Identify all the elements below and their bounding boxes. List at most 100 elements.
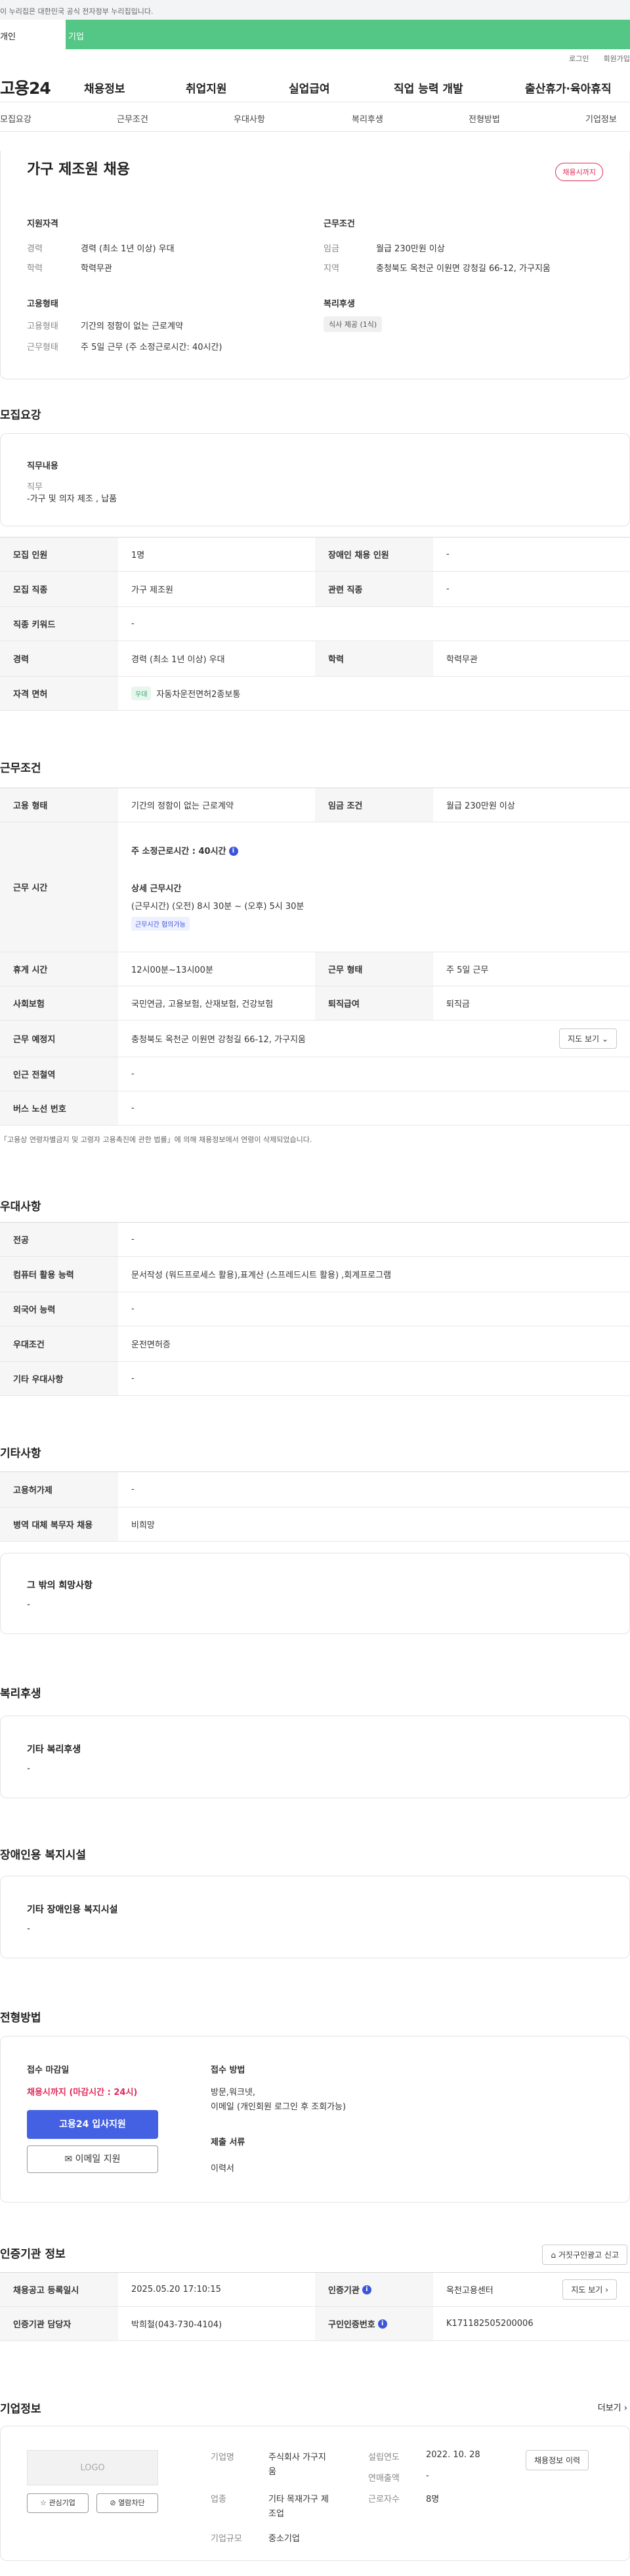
apply-button[interactable]: 고용24 입사지원 [27,2110,158,2139]
cell-header: 장애인 채용 인원 [315,538,433,571]
gnb-item-benefits[interactable]: 실업급여 [289,79,330,96]
conditions-section-title: 근무조건 [0,762,41,775]
site-logo[interactable]: 고용24 [0,75,51,99]
career-value: 경력 (최소 1년 이상) 우대 [81,244,175,254]
cell-header: 임금 조건 [315,788,433,822]
gnb-item-training[interactable]: 직업 능력 개발 [394,79,463,96]
agency-table: 채용공고 등록일시 2025.05.20 17:10:15 인증기관 i 옥천고용… [0,2272,630,2341]
cell-header: 우대조건 [0,1326,118,1361]
info-icon[interactable]: i [228,847,238,856]
tab-process[interactable]: 전형방법 [469,112,500,125]
table-row: 직종 키워드 - [0,607,630,641]
preference-section-title: 우대사항 [0,1200,41,1214]
gnb-item-jobs[interactable]: 채용정보 [84,79,125,96]
edu-value: 학력무관 [81,264,112,274]
home-icon: ⌂ [551,2250,556,2260]
block-icon: ⊘ [110,2499,116,2507]
gov-banner: 이 누리집은 대한민국 공식 전자정부 누리집입니다. [0,0,630,20]
global-nav: 고용24 채용정보 취업지원 실업급여 직업 능력 개발 출산휴가·육아휴직 [0,68,630,102]
conditions-table: 고용 형태 기간의 정함이 없는 근로계약 임금 조건 월급 230만원 이상 … [0,788,630,1126]
table-row: 고용 형태 기간의 정함이 없는 근로계약 임금 조건 월급 230만원 이상 [0,788,630,822]
other-wish-card: 그 밖의 희망사항 - [0,1553,630,1634]
hiring-history-button[interactable]: 채용정보 이력 [526,2450,589,2470]
tab-recruit[interactable]: 모집요강 [0,112,32,125]
duty-card: 직무내용 직무 -가구 및 의자 제조 , 납품 [0,433,630,526]
cell-header: 버스 노선 번호 [0,1091,118,1125]
cell-header: 전공 [0,1223,118,1256]
login-link[interactable]: 로그인 [569,53,589,64]
industry-value-2: 조업 [268,2509,284,2519]
table-row: 전공 - [0,1223,630,1257]
table-row: 사회보험 국민연금, 고용보험, 산재보험, 건강보험 퇴직급여 퇴직금 [0,986,630,1021]
tab-welfare[interactable]: 복리후생 [352,112,383,125]
process-section-title: 전형방법 [0,2012,41,2025]
founded-value: 2022. 10. 28 [426,2450,480,2460]
company-more-label: 더보기 [597,2403,621,2413]
map-button-label: 지도 보기 [568,1034,600,1044]
cell-value: 학력무관 [446,655,478,665]
cell-header: 경력 [0,641,118,676]
cell-header: 병역 대체 복무자 채용 [0,1508,118,1541]
block-company-button[interactable]: ⊘ 열람차단 [96,2493,158,2513]
cell-value: - [131,1485,135,1494]
cell-header: 사회보험 [0,986,118,1020]
cell-value: 옥천고용센터 지도 보기 › [433,2273,630,2306]
util-bar: 로그인 회원가입 [0,49,630,68]
favorite-company-button[interactable]: ☆ 관심기업 [27,2493,89,2513]
star-icon: ☆ [40,2499,47,2507]
tab-personal[interactable]: 개인 [0,20,66,49]
location-value: 충청북도 옥천군 이원면 강청길 66-12, 가구지움 [131,1035,306,1045]
cell-header: 근무 시간 [0,822,118,952]
cell-header: 인근 전철역 [0,1057,118,1091]
cell-value: 퇴직금 [446,1000,470,1009]
gov-notice: 이 누리집은 대한민국 공식 전자정부 누리집입니다. [0,7,154,16]
tab-conditions[interactable]: 근무조건 [117,112,148,125]
org-value: 옥천고용센터 [446,2286,494,2296]
cell-value: 국민연금, 고용보험, 산재보험, 건강보험 [131,1000,274,1009]
docs-title: 제출 서류 [211,2138,245,2147]
wage-label: 임금 [324,244,339,254]
company-more-link[interactable]: 더보기 › [598,2401,627,2413]
cell-value: - [131,619,135,629]
cell-value: - [131,1235,135,1244]
industry-label: 업종 [211,2495,226,2504]
cell-value: 1명 [131,551,145,560]
table-row: 컴퓨터 활용 능력 문서작성 (워드프로세스 활용),표계산 (스프레드시트 활… [0,1257,630,1292]
tab-company[interactable]: 기업정보 [585,112,617,125]
gnb-item-support[interactable]: 취업지원 [186,79,227,96]
cell-value: - [446,549,450,559]
etc-table: 고용허가제 - 병역 대체 복무자 채용 비희망 [0,1471,630,1542]
mail-icon: ✉ [64,2154,73,2164]
report-button[interactable]: ⌂ 거짓구인광고 신고 [542,2245,627,2265]
method-value-2: 이메일 (개인회원 로그인 후 조회가능) [211,2102,346,2112]
welfare-title: 복리후생 [324,299,355,309]
cell-header: 모집 인원 [0,538,118,571]
tab-corporate[interactable]: 기업 [66,20,84,49]
cell-header: 고용 형태 [0,788,118,822]
cell-value: - [446,584,450,594]
job-title: 가구 제조원 채용 [27,161,130,178]
hours-negotiable-chip: 근무시간 협의가능 [131,916,190,931]
etc-section-title: 기타사항 [0,1447,41,1460]
join-link[interactable]: 회원가입 [604,53,630,64]
method-title: 접수 방법 [211,2065,245,2075]
deadline-badge: 채용시까지 [555,163,603,181]
tab-preference[interactable]: 우대사항 [234,112,265,125]
email-apply-button[interactable]: ✉ 이메일 지원 [27,2145,158,2173]
emptype-label: 고용형태 [27,322,58,331]
agency-map-button[interactable]: 지도 보기 › [562,2279,617,2300]
deadline-value: 채용시까지 (마감시간 : 24시) [27,2088,138,2098]
founded-label: 설립연도 [368,2453,400,2462]
cell-value: K171182505200006 [446,2319,534,2329]
preference-table: 전공 - 컴퓨터 활용 능력 문서작성 (워드프로세스 활용),표계산 (스프레… [0,1222,630,1396]
duty-label: 직무 [27,482,43,492]
map-button[interactable]: 지도 보기 ⌄ [559,1028,617,1049]
gnb-item-parental-leave[interactable]: 출산휴가·육아휴직 [525,79,612,96]
org-label: 인증기관 [328,2286,360,2296]
emp-title: 고용형태 [27,299,58,309]
license-value: 자동차운전면허2종보통 [156,690,241,700]
cell-header: 고용허가제 [0,1472,118,1507]
info-icon[interactable]: i [377,2319,387,2329]
info-icon[interactable]: i [362,2285,371,2294]
cell-value: 주 소정근로시간 : 40시간 i 상세 근무시간 (근무시간) (오전) 8시 … [118,822,630,952]
